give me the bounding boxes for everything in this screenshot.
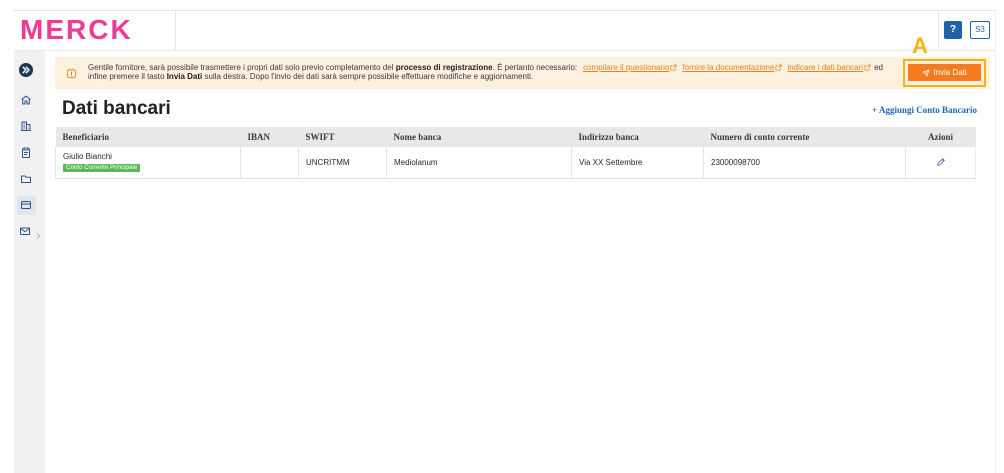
add-bank-account-button[interactable]: + Aggiungi Conto Bancario bbox=[872, 104, 977, 116]
sidebar-item-messages[interactable] bbox=[18, 224, 32, 238]
sidebar-item-home[interactable] bbox=[19, 93, 33, 107]
notice-text-part: Gentile fornitore, sarà possibile trasme… bbox=[88, 63, 396, 72]
user-menu-button[interactable]: S3 bbox=[970, 21, 990, 39]
bank-accounts-table: Beneficiario IBAN SWIFT Nome banca Indir… bbox=[55, 127, 976, 179]
notice-text: Gentile fornitore, sarà possibile trasme… bbox=[88, 63, 883, 81]
link-label: indicare i dati bancari bbox=[787, 63, 864, 72]
logo-divider bbox=[175, 10, 176, 50]
chevron-right-icon bbox=[36, 233, 41, 239]
external-link-icon bbox=[775, 64, 782, 71]
notice-line-2: infine premere il tasto Invia Dati sulla… bbox=[88, 72, 883, 81]
submenu-chevron[interactable] bbox=[35, 227, 42, 239]
annotation-label: A bbox=[912, 33, 928, 58]
notice-text-part: . È pertanto necessario: bbox=[492, 63, 578, 72]
registration-notice: Gentile fornitore, sarà possibile trasme… bbox=[55, 57, 990, 89]
link-label: compilare il questionario bbox=[583, 63, 670, 72]
notice-text-part: infine premere il tasto bbox=[88, 72, 167, 81]
cell-nome-banca: Mediolanum bbox=[386, 147, 572, 179]
link-label: fornire la documentazione bbox=[682, 63, 775, 72]
table-row: Giulio Bianchi Conto Corrente Principale… bbox=[55, 147, 976, 179]
annotation-highlight-box bbox=[903, 59, 986, 87]
exclamation-icon bbox=[66, 69, 77, 79]
cell-iban bbox=[240, 147, 299, 179]
mail-icon bbox=[20, 227, 30, 235]
header-bottom-border bbox=[14, 50, 995, 51]
table-header-row: Beneficiario IBAN SWIFT Nome banca Indir… bbox=[55, 127, 976, 147]
edit-account-button[interactable] bbox=[935, 156, 947, 168]
cell-numero-conto: 23000098700 bbox=[703, 147, 906, 179]
header-top-border bbox=[14, 10, 995, 11]
bank-details-link[interactable]: indicare i dati bancari bbox=[787, 63, 871, 72]
column-header-beneficiario: Beneficiario bbox=[55, 127, 241, 147]
sidebar-item-questionnaire[interactable] bbox=[19, 146, 33, 160]
cell-beneficiario: Giulio Bianchi Conto Corrente Principale bbox=[55, 147, 241, 179]
warning-icon bbox=[66, 67, 77, 79]
sidebar-item-documents[interactable] bbox=[19, 172, 33, 186]
notice-bold-submit: Invia Dati bbox=[166, 72, 203, 81]
sidebar-item-company[interactable] bbox=[19, 119, 33, 133]
cell-azioni bbox=[905, 147, 976, 179]
clipboard-icon bbox=[22, 147, 30, 158]
column-header-numero-conto: Numero di conto corrente bbox=[703, 127, 906, 147]
folder-icon bbox=[21, 175, 31, 183]
frame-right-border bbox=[995, 10, 996, 473]
merck-logo[interactable]: MERCK bbox=[20, 16, 133, 44]
notice-text-part: ed bbox=[874, 63, 883, 72]
notice-text-part: sulla destra. Dopo l'invio dei dati sarà… bbox=[202, 72, 534, 81]
bank-card-icon bbox=[21, 201, 31, 209]
column-header-indirizzo-banca: Indirizzo banca bbox=[571, 127, 704, 147]
column-header-azioni: Azioni bbox=[905, 127, 976, 147]
sidebar-item-bank-details[interactable] bbox=[19, 198, 33, 212]
external-link-icon bbox=[864, 64, 871, 71]
expand-icon bbox=[19, 63, 33, 77]
notice-bold-registration: processo di registrazione bbox=[395, 63, 493, 72]
page-title: Dati bancari bbox=[62, 98, 171, 119]
column-header-iban: IBAN bbox=[240, 127, 299, 147]
external-link-icon bbox=[670, 64, 677, 71]
header-actions-divider bbox=[938, 10, 939, 50]
notice-line-1: Gentile fornitore, sarà possibile trasme… bbox=[88, 63, 883, 72]
sidebar-toggle-button[interactable] bbox=[19, 63, 33, 77]
primary-account-badge: Conto Corrente Principale bbox=[63, 164, 141, 172]
help-button[interactable]: ? bbox=[944, 21, 962, 39]
questionnaire-link[interactable]: compilare il questionario bbox=[583, 63, 677, 72]
sidebar bbox=[14, 51, 45, 473]
column-header-swift: SWIFT bbox=[298, 127, 387, 147]
cell-indirizzo-banca: Via XX Settembre bbox=[571, 147, 704, 179]
documentation-link[interactable]: fornire la documentazione bbox=[682, 63, 782, 72]
pencil-icon bbox=[936, 158, 945, 166]
beneficiary-name: Giulio Bianchi bbox=[63, 152, 112, 161]
home-icon bbox=[21, 95, 31, 105]
column-header-nome-banca: Nome banca bbox=[386, 127, 572, 147]
building-icon bbox=[21, 121, 31, 131]
cell-swift: UNCRITMM bbox=[298, 147, 387, 179]
